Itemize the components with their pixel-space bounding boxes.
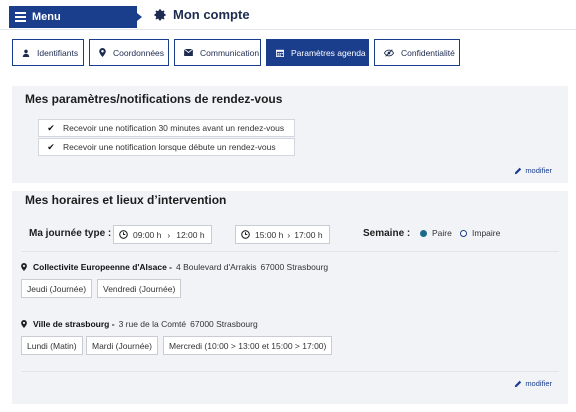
location-address: 3 rue de la Comté — [118, 319, 187, 329]
map-pin-icon — [21, 320, 27, 328]
week-radio-impaire[interactable]: Impaire — [460, 228, 500, 238]
divider — [21, 251, 559, 252]
day-chip: Mardi (Journée) — [86, 336, 158, 355]
notification-option[interactable]: ✔ Recevoir une notification lorsque débu… — [38, 138, 295, 156]
tab-identifiants[interactable]: Identifiants — [12, 39, 84, 66]
hamburger-icon — [15, 10, 26, 24]
radio-selected-icon — [420, 229, 427, 237]
check-icon: ✔ — [47, 122, 55, 133]
clock-icon — [241, 230, 250, 239]
location-line: Ville de strasbourg - 3 rue de la Comté … — [21, 319, 258, 329]
page-title: Mon compte — [153, 7, 250, 22]
modify-notifications-link[interactable]: modifier — [514, 166, 552, 175]
modify-label: modifier — [525, 166, 552, 175]
location-postal: 67000 Strasbourg — [190, 319, 258, 329]
tab-communication[interactable]: Communication — [174, 39, 261, 66]
top-bar: Menu Mon compte — [9, 3, 567, 29]
tab-bar: Identifiants Coordonnées Communication P… — [12, 39, 460, 66]
notifications-title: Mes paramètres/notifications de rendez-v… — [25, 92, 283, 106]
divider — [21, 371, 559, 372]
pencil-icon — [515, 167, 522, 174]
day-chip: Jeudi (Journée) — [21, 279, 93, 298]
eye-slash-icon — [384, 48, 394, 57]
slot-start: 15:00 h — [255, 229, 284, 240]
radio-label: Impaire — [472, 228, 501, 238]
menu-label: Menu — [32, 11, 61, 23]
notification-label: Recevoir une notification 30 minutes ava… — [63, 123, 285, 133]
calendar-icon — [276, 49, 284, 57]
chevron-right-icon: › — [167, 229, 171, 240]
schedule-title: Mes horaires et lieux d’intervention — [25, 193, 227, 207]
tab-label: Confidentialité — [401, 47, 455, 58]
week-radio-paire[interactable]: Paire — [420, 228, 452, 238]
chevron-right-icon: › — [287, 229, 291, 240]
schedule-panel: Mes horaires et lieux d’intervention Ma … — [12, 191, 568, 404]
slot-end: 17:00 h — [294, 229, 323, 240]
location-name: Ville de strasbourg - — [33, 319, 115, 329]
tab-label: Coordonnées — [113, 47, 165, 58]
map-pin-icon — [21, 263, 27, 271]
envelope-icon — [184, 49, 193, 56]
map-pin-icon — [99, 48, 106, 57]
radio-label: Paire — [432, 228, 452, 238]
page-title-text: Mon compte — [173, 7, 250, 22]
check-icon: ✔ — [47, 141, 55, 152]
header-divider — [0, 29, 576, 30]
day-chip: Lundi (Matin) — [21, 336, 83, 355]
day-chip: Mercredi (10:00 > 13:00 et 15:00 > 17:00… — [163, 336, 333, 355]
menu-arrow — [137, 6, 147, 28]
pencil-icon — [515, 380, 522, 387]
tab-confidentialite[interactable]: Confidentialité — [374, 39, 460, 66]
day-chip: Vendredi (Journée) — [97, 279, 182, 298]
clock-icon — [119, 230, 128, 239]
modify-label: modifier — [525, 379, 552, 388]
tab-label: Identifiants — [37, 47, 79, 58]
menu-button[interactable]: Menu — [9, 6, 147, 28]
tab-coordonnees[interactable]: Coordonnées — [89, 39, 169, 66]
tab-label: Communication — [200, 47, 260, 58]
tab-parametres-agenda[interactable]: Paramètres agenda — [266, 39, 369, 66]
notification-option[interactable]: ✔ Recevoir une notification 30 minutes a… — [38, 119, 295, 137]
user-icon — [22, 49, 30, 57]
radio-unselected-icon — [460, 229, 467, 237]
modify-schedule-link[interactable]: modifier — [514, 379, 552, 388]
week-label: Semaine : — [363, 228, 411, 239]
slot-end: 12:00 h — [176, 229, 205, 240]
location-line: Collectivite Europeenne d'Alsace - 4 Bou… — [21, 262, 328, 272]
notification-label: Recevoir une notification lorsque débute… — [63, 142, 276, 152]
time-slot-afternoon: 15:00 h › 17:00 h — [235, 225, 330, 244]
gear-icon — [154, 8, 166, 20]
tab-label: Paramètres agenda — [291, 47, 366, 58]
time-slot-morning: 09:00 h › 12:00 h — [113, 225, 212, 244]
notifications-panel: Mes paramètres/notifications de rendez-v… — [12, 86, 568, 183]
slot-start: 09:00 h — [133, 229, 162, 240]
location-name: Collectivite Europeenne d'Alsace - — [33, 262, 173, 272]
journee-label: Ma journée type : — [29, 228, 112, 239]
location-address: 4 Boulevard d'Arrakis — [176, 262, 257, 272]
location-postal: 67000 Strasbourg — [260, 262, 329, 272]
